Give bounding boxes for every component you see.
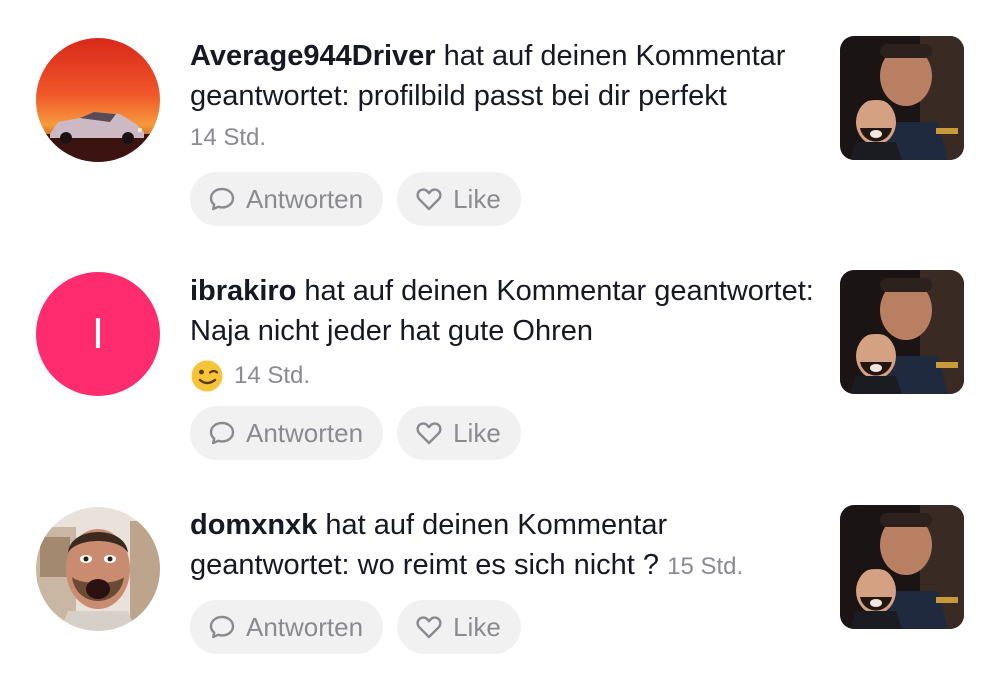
- video-thumbnail[interactable]: [840, 270, 964, 394]
- comment-bubble-icon: [209, 187, 235, 211]
- timestamp: 15 Std.: [667, 553, 744, 580]
- username[interactable]: domxnxk: [190, 509, 317, 541]
- timestamp-row: 14 Std.: [190, 359, 310, 393]
- avatar-letter: I: [91, 309, 105, 358]
- reply-label: Antworten: [246, 611, 364, 642]
- heart-icon: [416, 422, 442, 445]
- video-thumbnail[interactable]: [840, 36, 964, 160]
- username[interactable]: ibrakiro: [190, 275, 296, 307]
- winking-face-icon: [191, 360, 223, 392]
- notification-actions: Antworten Like: [190, 406, 521, 460]
- notification-actions: Antworten Like: [190, 172, 521, 226]
- user-avatar[interactable]: [36, 38, 160, 162]
- comment-bubble-icon: [209, 615, 235, 639]
- reply-label: Antworten: [246, 183, 364, 214]
- like-button[interactable]: Like: [397, 406, 521, 460]
- timestamp: 14 Std.: [190, 124, 267, 151]
- notification-actions: Antworten Like: [190, 600, 521, 654]
- heart-icon: [416, 616, 442, 639]
- reply-button[interactable]: Antworten: [190, 172, 384, 226]
- like-button[interactable]: Like: [397, 600, 521, 654]
- comment-bubble-icon: [209, 421, 235, 445]
- username[interactable]: Average944Driver: [190, 40, 436, 72]
- reply-label: Antworten: [246, 417, 364, 448]
- reply-button[interactable]: Antworten: [190, 600, 384, 654]
- timestamp: 14 Std.: [234, 362, 311, 389]
- like-label: Like: [453, 417, 501, 448]
- user-avatar[interactable]: I: [36, 272, 160, 396]
- reply-button[interactable]: Antworten: [190, 406, 384, 460]
- notification-text: ibrakiro hat auf deinen Kommentar geantw…: [190, 271, 820, 351]
- like-button[interactable]: Like: [397, 172, 521, 226]
- user-avatar[interactable]: [36, 507, 160, 631]
- like-label: Like: [453, 183, 501, 214]
- like-label: Like: [453, 611, 501, 642]
- video-thumbnail[interactable]: [840, 505, 964, 629]
- heart-icon: [416, 188, 442, 211]
- notification-text: domxnxk hat auf deinen Kommentar geantwo…: [190, 505, 820, 587]
- notification-text: Average944Driver hat auf deinen Kommenta…: [190, 36, 820, 116]
